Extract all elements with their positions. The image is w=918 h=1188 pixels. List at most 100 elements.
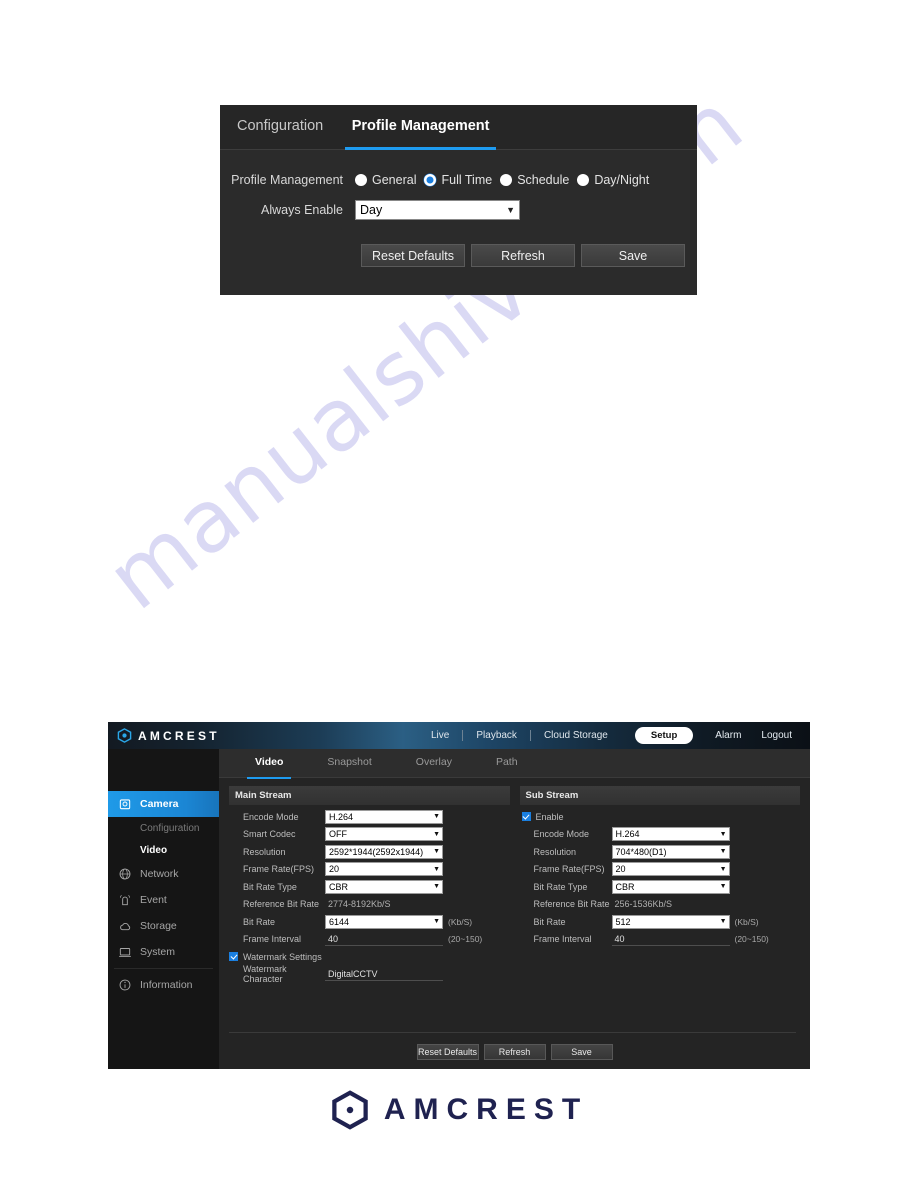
globe-icon [117, 866, 133, 882]
chevron-down-icon: ▼ [433, 813, 440, 820]
main-frame-rate-row: Frame Rate(FPS) 20 ▼ [229, 862, 510, 877]
radio-schedule[interactable]: Schedule [500, 173, 569, 187]
sub-bit-rate-value: 512 [615, 916, 631, 927]
sub-frame-interval-range: (20~150) [734, 934, 769, 944]
profile-management-panel: Configuration Profile Management Profile… [220, 105, 697, 295]
ui-reset-defaults-button[interactable]: Reset Defaults [416, 1044, 479, 1060]
radio-day-night[interactable]: Day/Night [577, 173, 649, 187]
chevron-down-icon: ▼ [719, 848, 727, 855]
main-bit-rate-unit: (Kb/S) [448, 916, 473, 927]
sidebar-item-information[interactable]: Information [108, 972, 219, 998]
main-reference-bit-rate-value: 2774-8192Kb/S [328, 899, 391, 909]
ui-save-button[interactable]: Save [550, 1044, 613, 1060]
main-bit-rate-select[interactable]: 6144 ▼ [325, 914, 443, 929]
chevron-down-icon: ▼ [719, 883, 727, 890]
reset-defaults-button[interactable]: Reset Defaults [361, 244, 465, 267]
nav-playback[interactable]: Playback [463, 730, 530, 741]
footer-brand-name: AMCREST [383, 1093, 589, 1126]
main-bit-rate-type-select[interactable]: CBR ▼ [325, 879, 443, 894]
sidebar-item-storage[interactable]: Storage [108, 913, 219, 939]
radio-general[interactable]: General [355, 173, 416, 187]
sub-frame-rate-value: 20 [615, 864, 626, 874]
sub-frame-rate-select[interactable]: 20 ▼ [611, 862, 730, 876]
amcrest-hexagon-icon [117, 728, 132, 743]
stream-settings: Main Stream Encode Mode H.264 ▼ Smart Co… [219, 778, 810, 984]
main-encode-mode-select[interactable]: H.264 ▼ [325, 809, 443, 824]
sub-frame-rate-label: Frame Rate(FPS) [533, 864, 605, 874]
ui-refresh-button[interactable]: Refresh [483, 1044, 546, 1060]
main-bit-rate-type-row: Bit Rate Type CBR ▼ [229, 879, 510, 894]
sidebar-item-video[interactable]: Video [108, 839, 219, 861]
sub-bit-rate-select[interactable]: 512 ▼ [611, 914, 730, 929]
footer-brand-logo: AMCREST [0, 1090, 918, 1130]
camera-web-ui: AMCREST Live Playback Cloud Storage Setu… [108, 722, 810, 1069]
always-enable-label: Always Enable [261, 203, 343, 217]
ui-sidebar: Camera Configuration Video Network Event [108, 749, 229, 1069]
main-frame-rate-label: Frame Rate(FPS) [243, 864, 315, 874]
amcrest-hexagon-icon [332, 1090, 368, 1130]
sidebar-item-camera[interactable]: Camera [108, 791, 229, 817]
sidebar-label-event: Event [140, 894, 167, 906]
radio-full-time-label: Full Time [441, 173, 493, 187]
watermark-settings-row[interactable]: Watermark Settings [229, 949, 510, 964]
sidebar-item-system[interactable]: System [108, 939, 219, 965]
main-stream-panel: Main Stream Encode Mode H.264 ▼ Smart Co… [229, 786, 510, 984]
profile-panel-body: Profile Management General Full Time Sch… [220, 150, 697, 267]
sub-bit-rate-unit: (Kb/S) [734, 916, 759, 927]
tab-overlay[interactable]: Overlay [394, 756, 474, 778]
nav-live[interactable]: Live [418, 730, 462, 741]
tab-video[interactable]: Video [233, 756, 305, 779]
save-button[interactable]: Save [581, 244, 685, 267]
sidebar-divider [114, 968, 213, 969]
sub-encode-mode-value: H.264 [615, 829, 640, 839]
profile-mode-radio-group: General Full Time Schedule Day/Night [355, 173, 657, 187]
sidebar-label-camera: Camera [140, 798, 179, 810]
chevron-down-icon: ▼ [506, 205, 515, 215]
ui-body: Camera Configuration Video Network Event [108, 749, 810, 1069]
sub-resolution-row: Resolution 704*480(D1) ▼ [520, 844, 801, 859]
always-enable-select[interactable]: Day ▼ [355, 200, 520, 220]
tab-path[interactable]: Path [474, 756, 540, 778]
sidebar-item-network[interactable]: Network [108, 861, 219, 887]
sidebar-item-event[interactable]: Event [108, 887, 219, 913]
content-tabbar: Video Snapshot Overlay Path [219, 749, 810, 779]
nav-cloud-storage[interactable]: Cloud Storage [531, 730, 621, 741]
tab-profile-management[interactable]: Profile Management [340, 105, 502, 150]
main-frame-interval-row: Frame Interval 40 (20~150) [229, 932, 510, 947]
info-icon [117, 977, 133, 993]
chevron-down-icon: ▼ [433, 883, 440, 890]
chevron-down-icon: ▼ [433, 848, 440, 855]
profile-management-label: Profile Management [231, 173, 343, 187]
always-enable-value: Day [360, 203, 383, 217]
main-resolution-select[interactable]: 2592*1944(2592x1944) ▼ [325, 844, 443, 859]
main-bit-rate-label: Bit Rate [243, 916, 276, 927]
watermark-character-input[interactable]: DigitalCCTV [325, 967, 443, 981]
alarm-link[interactable]: Alarm [705, 730, 751, 741]
ui-top-nav: Live Playback Cloud Storage [418, 730, 621, 741]
chevron-down-icon: ▼ [433, 830, 440, 838]
sub-stream-enable-row[interactable]: Enable [520, 809, 801, 824]
brand-name: AMCREST [138, 728, 220, 743]
sub-bit-rate-type-select[interactable]: CBR ▼ [611, 879, 730, 894]
ui-content: Video Snapshot Overlay Path Main Stream … [219, 749, 810, 1069]
sidebar-item-configuration[interactable]: Configuration [108, 817, 219, 839]
refresh-button[interactable]: Refresh [471, 244, 575, 267]
sub-encode-mode-row: Encode Mode H.264 ▼ [520, 827, 801, 842]
logout-link[interactable]: Logout [751, 730, 802, 741]
sub-reference-bit-rate-row: Reference Bit Rate 256-1536Kb/S [520, 897, 801, 912]
sub-frame-interval-input[interactable]: 40 [611, 932, 730, 946]
checkbox-checked-icon[interactable] [521, 812, 531, 821]
radio-dot-icon [577, 174, 590, 186]
setup-button[interactable]: Setup [634, 727, 694, 744]
main-resolution-value: 2592*1944(2592x1944) [329, 846, 424, 857]
tab-snapshot[interactable]: Snapshot [305, 756, 393, 778]
main-frame-interval-input[interactable]: 40 [325, 932, 443, 946]
sub-resolution-select[interactable]: 704*480(D1) ▼ [611, 844, 730, 859]
tab-configuration[interactable]: Configuration [225, 105, 335, 150]
watermark-character-label: Watermark Character [243, 964, 287, 984]
main-smart-codec-select[interactable]: OFF ▼ [325, 827, 443, 841]
main-frame-rate-select[interactable]: 20 ▼ [325, 862, 443, 876]
sub-encode-mode-select[interactable]: H.264 ▼ [611, 827, 730, 841]
checkbox-checked-icon[interactable] [229, 952, 238, 961]
radio-full-time[interactable]: Full Time [424, 173, 492, 187]
